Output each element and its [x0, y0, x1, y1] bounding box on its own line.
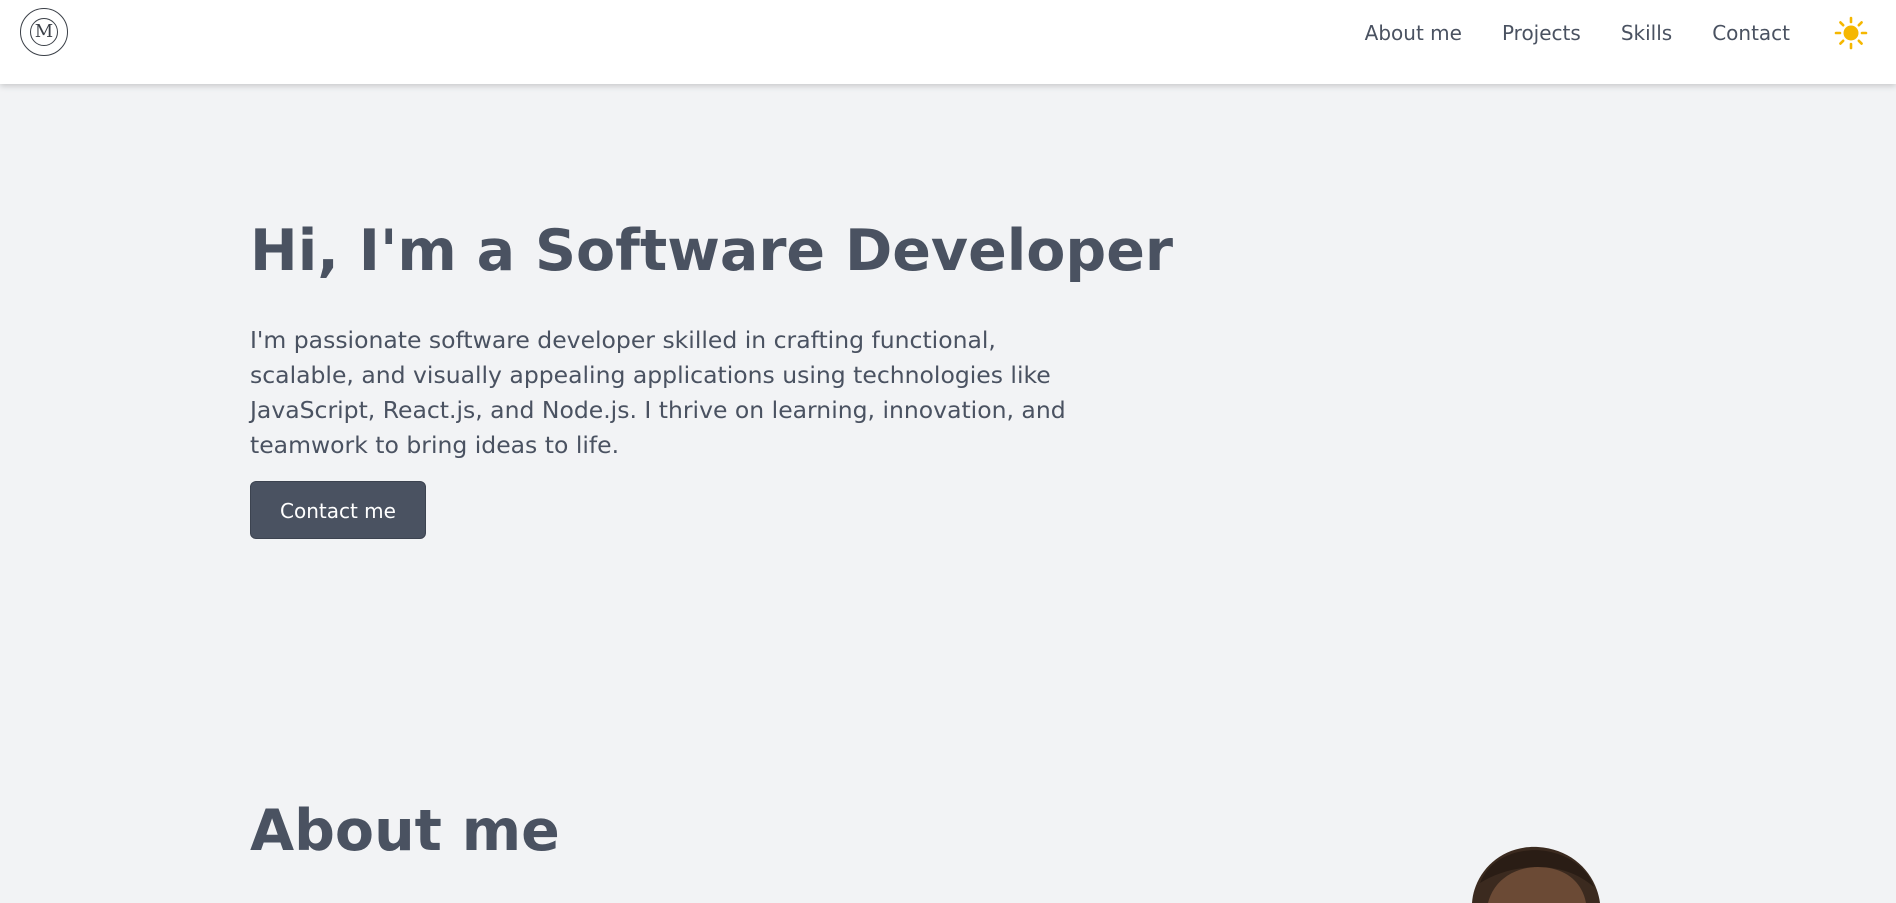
nav-links: About me Projects Skills Contact [1325, 0, 1790, 66]
hero-description: I'm passionate software developer skille… [250, 325, 1066, 459]
nav-link-projects[interactable]: Projects [1502, 21, 1581, 45]
navbar: M About me Projects Skills Contact [0, 0, 1896, 84]
nav-link-contact[interactable]: Contact [1712, 21, 1790, 45]
sun-icon[interactable] [1834, 16, 1868, 50]
logo[interactable]: M [20, 8, 68, 56]
avatar [1460, 843, 1610, 903]
hero-title: Hi, I'm a Software Developer [250, 218, 1173, 284]
nav-link-about[interactable]: About me [1365, 21, 1462, 45]
hero-section: Hi, I'm a Software Developer I'm passion… [250, 218, 1173, 539]
logo-letter: M [30, 18, 58, 46]
nav-link-skills[interactable]: Skills [1621, 21, 1672, 45]
about-title: About me [250, 798, 560, 864]
contact-me-button[interactable]: Contact me [250, 480, 426, 539]
